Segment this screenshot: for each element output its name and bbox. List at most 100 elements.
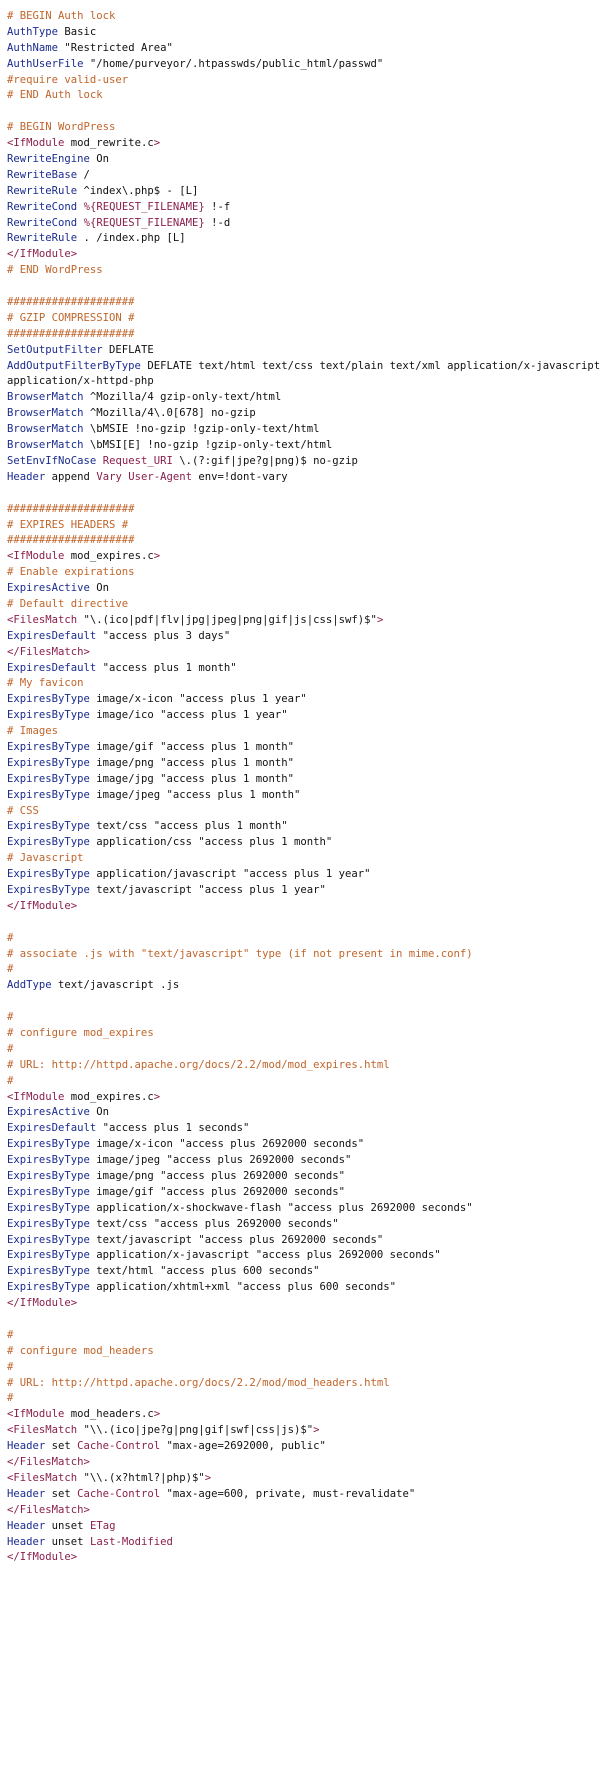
comment-token: ####################: [7, 534, 135, 547]
code-line: Header set Cache-Control "max-age=600, p…: [7, 1487, 600, 1503]
text-token: application/x-shockwave-flash "access pl…: [89, 1201, 473, 1214]
code-line: #: [7, 1010, 600, 1026]
directive-token: SetEnvIfNoCase: [7, 454, 97, 467]
directive-token: ExpiresByType: [7, 709, 90, 722]
text-token: image/x-icon "access plus 1 year": [89, 693, 307, 706]
code-line: ####################: [7, 533, 600, 549]
text-token: append: [45, 470, 97, 483]
comment-token: #: [7, 1328, 14, 1341]
code-line: RewriteEngine On: [7, 152, 600, 168]
text-token: "access plus 1 month": [96, 661, 237, 674]
code-line: </IfModule>: [7, 1296, 600, 1312]
directive-token: ExpiresDefault: [7, 661, 97, 674]
directive-token: AddOutputFilterByType: [7, 359, 141, 372]
tag-token: <IfModule: [7, 137, 65, 150]
text-token: \.(?:gif|jpe?g|png)$ no-gzip: [172, 454, 358, 467]
code-line: # END WordPress: [7, 263, 600, 279]
code-line: RewriteBase /: [7, 168, 600, 184]
text-token: "\\.(ico|jpe?g|png|gif|swf|css|js)$": [77, 1424, 314, 1437]
tag-token: >: [313, 1424, 320, 1437]
comment-token: # URL: http://httpd.apache.org/docs/2.2/…: [7, 1376, 390, 1389]
code-line: BrowserMatch ^Mozilla/4 gzip-only-text/h…: [7, 390, 600, 406]
text-token: "/home/purveyor/.htpasswds/public_html/p…: [83, 57, 384, 70]
text-token: "access plus 3 days": [96, 629, 231, 642]
code-line: </IfModule>: [7, 899, 600, 915]
directive-token: BrowserMatch: [7, 391, 84, 404]
code-line: # associate .js with "text/javascript" t…: [7, 947, 600, 963]
text-token: On: [89, 1106, 110, 1119]
code-line: ####################: [7, 295, 600, 311]
code-line: <FilesMatch "\.(ico|pdf|flv|jpg|jpeg|png…: [7, 613, 600, 629]
text-token: image/x-icon "access plus 2692000 second…: [89, 1138, 365, 1151]
tag-token: </IfModule>: [7, 248, 78, 261]
code-line: # BEGIN WordPress: [7, 120, 600, 136]
directive-token: AuthUserFile: [7, 57, 84, 70]
text-token: mod_expires.c: [64, 1090, 154, 1103]
code-line: Header unset ETag: [7, 1519, 600, 1535]
code-line: # Images: [7, 724, 600, 740]
code-line: ExpiresByType text/html "access plus 600…: [7, 1264, 600, 1280]
code-line: #: [7, 1328, 600, 1344]
code-line: ####################: [7, 502, 600, 518]
tag-token: <FilesMatch: [7, 1471, 78, 1484]
code-line: ExpiresByType image/ico "access plus 1 y…: [7, 708, 600, 724]
directive-token: ExpiresByType: [7, 1201, 90, 1214]
text-token: set: [45, 1440, 78, 1453]
tag-token: </IfModule>: [7, 1297, 78, 1310]
text-token: "max-age=600, private, must-revalidate": [160, 1487, 416, 1500]
code-line: ExpiresByType text/javascript "access pl…: [7, 1233, 600, 1249]
code-line: # My favicon: [7, 676, 600, 692]
code-line: <FilesMatch "\\.(x?html?|php)$">: [7, 1471, 600, 1487]
code-line: <IfModule mod_rewrite.c>: [7, 136, 600, 152]
text-token: text/javascript .js: [51, 979, 180, 992]
comment-token: ####################: [7, 296, 135, 309]
code-line: ExpiresByType application/x-javascript "…: [7, 1248, 600, 1264]
text-token: image/gif "access plus 2692000 seconds": [89, 1185, 346, 1198]
text-token: \bMSIE !no-gzip !gzip-only-text/html: [83, 423, 320, 436]
code-line: ExpiresByType image/png "access plus 1 m…: [7, 756, 600, 772]
code-line: ExpiresByType application/css "access pl…: [7, 835, 600, 851]
tag-token: >: [153, 137, 161, 150]
code-line: ExpiresDefault "access plus 3 days": [7, 629, 600, 645]
directive-token: ExpiresByType: [7, 820, 90, 833]
text-token: DEFLATE text/html text/css text/plain te…: [140, 359, 600, 372]
code-line: # GZIP COMPRESSION #: [7, 311, 600, 327]
tag-token: </FilesMatch>: [7, 1456, 90, 1469]
code-line: ExpiresByType image/x-icon "access plus …: [7, 692, 600, 708]
code-line: <FilesMatch "\\.(ico|jpe?g|png|gif|swf|c…: [7, 1423, 600, 1439]
code-line: ExpiresByType image/gif "access plus 1 m…: [7, 740, 600, 756]
comment-token: # END Auth lock: [7, 89, 103, 102]
code-line: RewriteCond %{REQUEST_FILENAME} !-d: [7, 216, 600, 232]
code-line: <IfModule mod_headers.c>: [7, 1407, 600, 1423]
comment-token: #: [7, 963, 14, 976]
directive-token: RewriteCond: [7, 200, 78, 213]
code-line: SetOutputFilter DEFLATE: [7, 343, 600, 359]
directive-token: AuthName: [7, 41, 59, 54]
code-line: Header unset Last-Modified: [7, 1535, 600, 1551]
code-line: BrowserMatch \bMSIE !no-gzip !gzip-only-…: [7, 422, 600, 438]
htaccess-code-listing: # BEGIN Auth lock AuthType Basic AuthName …: [0, 0, 600, 1566]
comment-token: #: [7, 1042, 14, 1055]
tag-token: >: [153, 1408, 161, 1421]
directive-token: ExpiresByType: [7, 1281, 90, 1294]
code-line: #require valid-user: [7, 73, 600, 89]
code-line: ExpiresByType image/jpeg "access plus 26…: [7, 1153, 600, 1169]
code-line: AddOutputFilterByType DEFLATE text/html …: [7, 359, 600, 375]
directive-token: ExpiresByType: [7, 788, 90, 801]
comment-token: #: [7, 1392, 14, 1405]
comment-token: # BEGIN Auth lock: [7, 10, 116, 22]
comment-token: # BEGIN WordPress: [7, 121, 116, 134]
directive-token: ExpiresActive: [7, 1106, 90, 1119]
directive-token: SetOutputFilter: [7, 343, 103, 356]
code-line: ExpiresByType image/jpg "access plus 1 m…: [7, 772, 600, 788]
code-line: <IfModule mod_expires.c>: [7, 1090, 600, 1106]
text-token: mod_rewrite.c: [64, 137, 154, 150]
text-token: Basic: [58, 25, 97, 38]
text-token: set: [45, 1487, 78, 1500]
tag-token: </IfModule>: [7, 1551, 78, 1564]
code-line: # configure mod_headers: [7, 1344, 600, 1360]
variable-token: Cache-Control: [77, 1440, 161, 1453]
directive-token: ExpiresDefault: [7, 629, 97, 642]
text-token: image/jpeg "access plus 2692000 seconds": [89, 1154, 352, 1167]
code-line: ExpiresByType image/gif "access plus 269…: [7, 1185, 600, 1201]
